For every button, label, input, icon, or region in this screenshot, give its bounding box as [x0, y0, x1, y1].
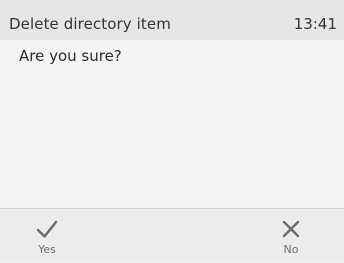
checkmark-icon — [36, 220, 58, 238]
close-icon — [282, 220, 300, 238]
clock-time: 13:41 — [293, 15, 337, 33]
page-title: Delete directory item — [9, 15, 171, 33]
yes-button[interactable]: Yes — [7, 209, 87, 263]
dialog-content: Are you sure? — [0, 40, 344, 208]
yes-label: Yes — [38, 243, 56, 256]
title-bar: Delete directory item 13:41 — [0, 0, 344, 40]
no-button[interactable]: No — [251, 209, 331, 263]
no-label: No — [283, 243, 299, 256]
confirmation-message: Are you sure? — [19, 47, 122, 65]
softkey-bar: Yes No — [0, 208, 344, 262]
